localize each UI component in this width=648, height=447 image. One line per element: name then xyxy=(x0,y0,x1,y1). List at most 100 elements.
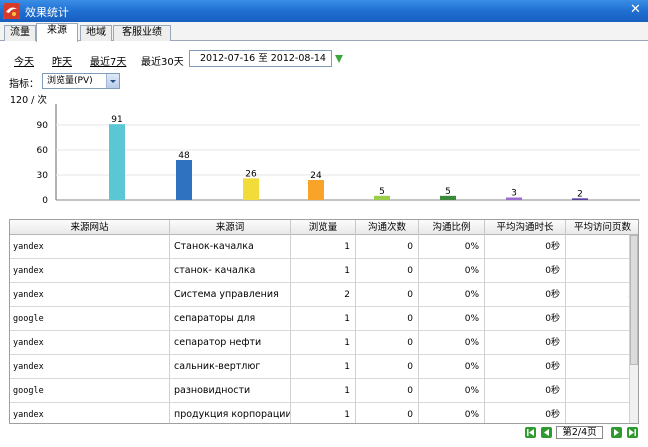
table-cell: 0 xyxy=(356,307,419,331)
table-cell: yandex xyxy=(10,283,170,307)
y-tick-label: 60 xyxy=(37,146,49,156)
table-cell: 1 xyxy=(291,379,356,403)
table-cell: 1 xyxy=(291,235,356,259)
metric-select[interactable]: 浏览量(PV) xyxy=(42,73,120,89)
table-cell: yandex xyxy=(10,355,170,379)
window-title: 效果统计 xyxy=(25,6,69,19)
metric-selected-value: 浏览量(PV) xyxy=(47,76,93,86)
table-cell: 2 xyxy=(291,283,356,307)
col-header-avg-chat-duration[interactable]: 平均沟通时长 xyxy=(485,220,566,235)
table-cell: Станок-качалка xyxy=(170,235,291,259)
metric-label: 指标： xyxy=(9,79,39,90)
bar-value-label: 5 xyxy=(445,187,451,197)
y-axis-label: 120 / 次 xyxy=(10,94,47,106)
scrollbar-thumb[interactable] xyxy=(630,235,638,365)
col-header-pv[interactable]: 浏览量 xyxy=(291,220,356,235)
pv-bar-chart: 120 / 次 0 30 60 90 91 48 26 24 5 5 3 2 xyxy=(0,92,648,212)
bar-value-label: 24 xyxy=(310,171,322,181)
y-tick-label: 30 xyxy=(37,171,49,181)
table-row[interactable]: googleразновидности100%0秒1 xyxy=(10,379,634,403)
table-cell: 0% xyxy=(419,403,485,423)
col-header-keyword[interactable]: 来源词 xyxy=(170,220,291,235)
last30-link[interactable]: 最近30天 xyxy=(141,53,184,68)
close-icon[interactable]: ✕ xyxy=(630,2,642,18)
date-dropdown-icon[interactable] xyxy=(334,53,344,65)
table-cell: станок- качалка xyxy=(170,259,291,283)
table-cell: 1 xyxy=(291,259,356,283)
table-cell: 0秒 xyxy=(485,331,566,355)
table-cell: 0% xyxy=(419,331,485,355)
table-cell: 0 xyxy=(356,259,419,283)
bar-value-label: 26 xyxy=(245,169,257,179)
today-link[interactable]: 今天 xyxy=(14,53,34,68)
bar-value-label: 2 xyxy=(577,189,583,199)
date-range-input[interactable]: 2012-07-16 至 2012-08-14 xyxy=(189,50,332,67)
col-header-avg-pages[interactable]: 平均访问页数 xyxy=(566,220,638,235)
table-cell: сепараторы для xyxy=(170,307,291,331)
bar-value-label: 5 xyxy=(379,187,385,197)
app-logo-icon xyxy=(3,3,20,19)
table-row[interactable]: yandexсепаратор нефти100%0秒1 xyxy=(10,331,634,355)
table-cell: google xyxy=(10,307,170,331)
table-cell: yandex xyxy=(10,403,170,423)
table-cell: продукция корпорации xyxy=(170,403,291,423)
last-page-icon[interactable] xyxy=(627,427,638,438)
table-row[interactable]: yandexСтанок-качалка100%0秒1 xyxy=(10,235,634,259)
table-row[interactable]: googleсепараторы для100%0秒1 xyxy=(10,307,634,331)
table-cell: 0秒 xyxy=(485,379,566,403)
tab-source[interactable]: 来源 xyxy=(36,23,78,42)
bar[interactable] xyxy=(243,178,259,200)
bar-value-label: 48 xyxy=(178,151,190,161)
table-row[interactable]: yandexстанок- качалка100%0秒1 xyxy=(10,259,634,283)
chart-svg: 120 / 次 0 30 60 90 91 48 26 24 5 5 3 2 xyxy=(10,94,640,206)
table-cell: 0% xyxy=(419,307,485,331)
next-page-icon[interactable] xyxy=(611,427,622,438)
table-cell: 0 xyxy=(356,355,419,379)
table-cell: 0% xyxy=(419,259,485,283)
table-cell: 0秒 xyxy=(485,307,566,331)
table-cell: 0秒 xyxy=(485,235,566,259)
table-cell: 0% xyxy=(419,355,485,379)
table-cell: сепаратор нефти xyxy=(170,331,291,355)
col-header-chat-ratio[interactable]: 沟通比例 xyxy=(419,220,485,235)
table-cell: разновидности xyxy=(170,379,291,403)
table-cell: сальник-вертлюг xyxy=(170,355,291,379)
table-cell: 0秒 xyxy=(485,355,566,379)
col-header-chats[interactable]: 沟通次数 xyxy=(356,220,419,235)
chevron-down-icon[interactable] xyxy=(106,74,119,88)
bar-value-label: 91 xyxy=(111,115,122,125)
first-page-icon[interactable] xyxy=(525,427,536,438)
table-row[interactable]: yandexсальник-вертлюг100%0秒1 xyxy=(10,355,634,379)
table-cell: yandex xyxy=(10,235,170,259)
bar[interactable] xyxy=(176,160,192,200)
tab-region[interactable]: 地域 xyxy=(80,25,112,41)
table-row[interactable]: yandexпродукция корпорации100%0秒1 xyxy=(10,403,634,423)
tab-traffic[interactable]: 流量 xyxy=(4,25,36,41)
source-table: 来源网站 来源词 浏览量 沟通次数 沟通比例 平均沟通时长 平均访问页数 yandex Ста… xyxy=(9,219,639,424)
tab-service-performance[interactable]: 客服业绩 xyxy=(113,25,171,41)
pager: 第2/4页 xyxy=(523,426,643,440)
table-cell: 1 xyxy=(291,355,356,379)
table-cell: 1 xyxy=(291,307,356,331)
y-tick-label: 90 xyxy=(37,121,49,131)
page-indicator: 第2/4页 xyxy=(556,426,603,439)
table-cell: 0 xyxy=(356,379,419,403)
yesterday-link[interactable]: 昨天 xyxy=(52,53,72,68)
table-cell: 0% xyxy=(419,235,485,259)
bar[interactable] xyxy=(109,124,125,200)
col-header-source-site[interactable]: 来源网站 xyxy=(10,220,170,235)
bar-value-label: 3 xyxy=(511,189,517,199)
bar[interactable] xyxy=(308,180,324,200)
last7-link[interactable]: 最近7天 xyxy=(90,53,126,68)
table-cell: 0秒 xyxy=(485,283,566,307)
table-cell: 0 xyxy=(356,331,419,355)
table-row[interactable]: yandexСистема управления200%0秒2 xyxy=(10,283,634,307)
tab-bar: 流量 来源 地域 客服业绩 xyxy=(0,22,648,42)
table-cell: 0秒 xyxy=(485,403,566,423)
table-cell: 0% xyxy=(419,283,485,307)
table-cell: 0% xyxy=(419,379,485,403)
title-bar: 效果统计 ✕ xyxy=(0,0,648,22)
vertical-scrollbar[interactable] xyxy=(629,235,638,423)
table-cell: 1 xyxy=(291,403,356,423)
prev-page-icon[interactable] xyxy=(541,427,552,438)
